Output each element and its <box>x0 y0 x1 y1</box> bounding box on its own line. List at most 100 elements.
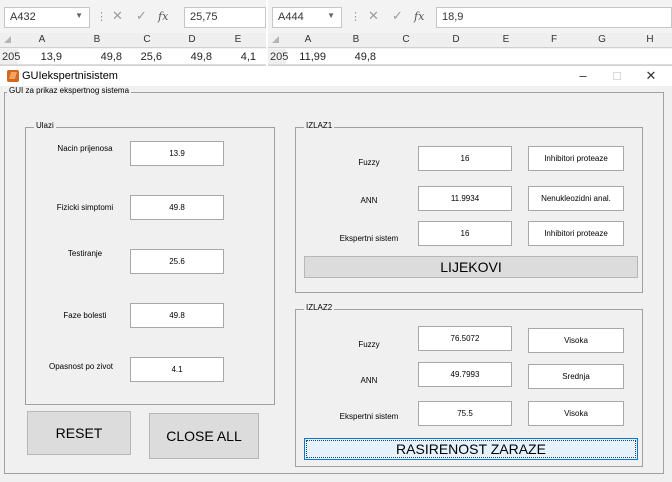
enter-icon[interactable]: ✓ <box>392 8 403 24</box>
input-field[interactable]: 13.9 <box>130 141 224 166</box>
chevron-down-icon[interactable]: ▼ <box>75 11 83 20</box>
name-box[interactable]: A444 ▼ <box>272 7 342 28</box>
result-value: Visoka <box>564 409 588 418</box>
name-box-value: A444 <box>278 11 304 23</box>
cell[interactable]: 49,8 <box>332 51 380 63</box>
column-header-row: A B C D E <box>0 33 266 48</box>
fx-icon[interactable]: fx <box>158 10 168 23</box>
more-icon: ⋮ <box>96 11 107 23</box>
column-header[interactable]: A <box>286 34 330 45</box>
column-header[interactable]: G <box>578 34 626 45</box>
formula-value: 25,75 <box>190 11 218 23</box>
result-value: Nenukleozidni anal. <box>541 194 611 203</box>
formula-bar: A432 ▼ ⋮ ✕ ✓ fx 25,75 <box>0 7 266 29</box>
result-field[interactable]: Visoka <box>528 401 624 426</box>
output-value: 49.7993 <box>450 370 480 379</box>
minimize-button[interactable]: – <box>574 68 592 83</box>
input-label: Nacin prijenosa <box>57 144 113 153</box>
output-label: Fuzzy <box>358 158 380 167</box>
close-all-button[interactable]: CLOSE ALL <box>149 413 259 459</box>
column-header[interactable]: C <box>128 34 166 45</box>
title-bar[interactable]: GUIekspertnisistem – □ ✕ <box>0 66 672 86</box>
excel-window-left: A432 ▼ ⋮ ✕ ✓ fx 25,75 A B C D E 205 13,9… <box>0 0 266 66</box>
cancel-icon[interactable]: ✕ <box>112 8 123 24</box>
formula-bar: A444 ▼ ⋮ ✕ ✓ fx 18,9 <box>268 7 672 29</box>
column-header[interactable]: B <box>68 34 126 45</box>
column-header[interactable]: D <box>168 34 216 45</box>
input-value: 49.8 <box>169 203 185 212</box>
row-number[interactable]: 205 <box>0 49 20 64</box>
result-field[interactable]: Inhibitori proteaze <box>528 221 624 246</box>
input-value: 49.8 <box>169 311 185 320</box>
column-header[interactable]: A <box>18 34 66 45</box>
result-field[interactable]: Nenukleozidni anal. <box>528 186 624 211</box>
cell[interactable]: 25,6 <box>128 51 166 63</box>
maximize-button[interactable]: □ <box>608 68 626 83</box>
output-value: 11.9934 <box>450 194 480 203</box>
input-value: 25.6 <box>169 257 185 266</box>
rasirenost-zaraze-button[interactable]: RASIRENOST ZARAZE <box>304 438 638 460</box>
cell[interactable]: 49,8 <box>168 51 216 63</box>
reset-button[interactable]: RESET <box>27 411 131 455</box>
output-value: 75.5 <box>457 409 473 418</box>
cell[interactable]: 4,1 <box>218 51 260 63</box>
ulazi-panel-label: Ulazi <box>34 121 56 130</box>
output-label: Ekspertni sistem <box>339 234 399 243</box>
cell[interactable]: 11,99 <box>286 51 330 63</box>
row-number[interactable]: 205 <box>268 49 288 64</box>
name-box[interactable]: A432 ▼ <box>4 7 90 28</box>
column-header[interactable]: C <box>382 34 430 45</box>
close-button[interactable]: ✕ <box>642 68 660 84</box>
input-field[interactable]: 49.8 <box>130 195 224 220</box>
cell[interactable]: 49,8 <box>68 51 126 63</box>
input-label: Faze bolesti <box>63 311 107 320</box>
output-label: Fuzzy <box>358 340 380 349</box>
result-value: Visoka <box>564 336 588 345</box>
output-field[interactable]: 75.5 <box>418 401 512 426</box>
column-header[interactable]: E <box>482 34 530 45</box>
input-label: Fizicki simptomi <box>56 203 114 212</box>
cell[interactable]: 13,9 <box>18 51 66 63</box>
output-value: 16 <box>460 154 470 163</box>
input-value: 13.9 <box>169 149 185 158</box>
output-field[interactable]: 16 <box>418 221 512 246</box>
chevron-down-icon[interactable]: ▼ <box>327 11 335 20</box>
select-all-corner[interactable] <box>4 36 11 43</box>
result-field[interactable]: Visoka <box>528 328 624 353</box>
output-field[interactable]: 16 <box>418 146 512 171</box>
column-header[interactable]: H <box>628 34 672 45</box>
select-all-corner[interactable] <box>272 36 279 43</box>
output-label: ANN <box>360 196 378 205</box>
fx-icon[interactable]: fx <box>414 10 424 23</box>
input-field[interactable]: 49.8 <box>130 303 224 328</box>
column-header[interactable]: F <box>532 34 576 45</box>
excel-window-right: A444 ▼ ⋮ ✕ ✓ fx 18,9 A B C D E F G H 205… <box>268 0 672 66</box>
input-field[interactable]: 4.1 <box>130 357 224 382</box>
input-field[interactable]: 25.6 <box>130 249 224 274</box>
output-field[interactable]: 76.5072 <box>418 326 512 351</box>
matlab-icon <box>7 70 19 82</box>
izlaz1-panel: IZLAZ1 Fuzzy 16 Inhibitori proteaze ANN … <box>295 121 643 293</box>
output-field[interactable]: 11.9934 <box>418 186 512 211</box>
column-header[interactable]: E <box>218 34 258 45</box>
output-label: ANN <box>360 376 378 385</box>
main-panel-label: GUI za prikaz ekspertnog sistema <box>7 86 132 95</box>
input-label: Opasnost po zivot <box>48 362 114 371</box>
cancel-icon[interactable]: ✕ <box>368 8 379 24</box>
result-field[interactable]: Srednja <box>528 364 624 389</box>
column-header[interactable]: D <box>432 34 480 45</box>
input-value: 4.1 <box>171 365 183 374</box>
output-field[interactable]: 49.7993 <box>418 362 512 387</box>
output-label: Ekspertni sistem <box>339 412 399 421</box>
result-field[interactable]: Inhibitori proteaze <box>528 146 624 171</box>
formula-value: 18,9 <box>442 11 464 23</box>
formula-input[interactable]: 25,75 <box>184 7 266 28</box>
result-value: Inhibitori proteaze <box>544 154 608 163</box>
input-label: Testiranje <box>67 249 103 258</box>
result-value: Srednja <box>562 372 590 381</box>
lijekovi-button[interactable]: LIJEKOVI <box>304 256 638 278</box>
output-value: 16 <box>460 229 470 238</box>
column-header[interactable]: B <box>332 34 380 45</box>
formula-input[interactable]: 18,9 <box>436 7 672 28</box>
enter-icon[interactable]: ✓ <box>136 8 147 24</box>
